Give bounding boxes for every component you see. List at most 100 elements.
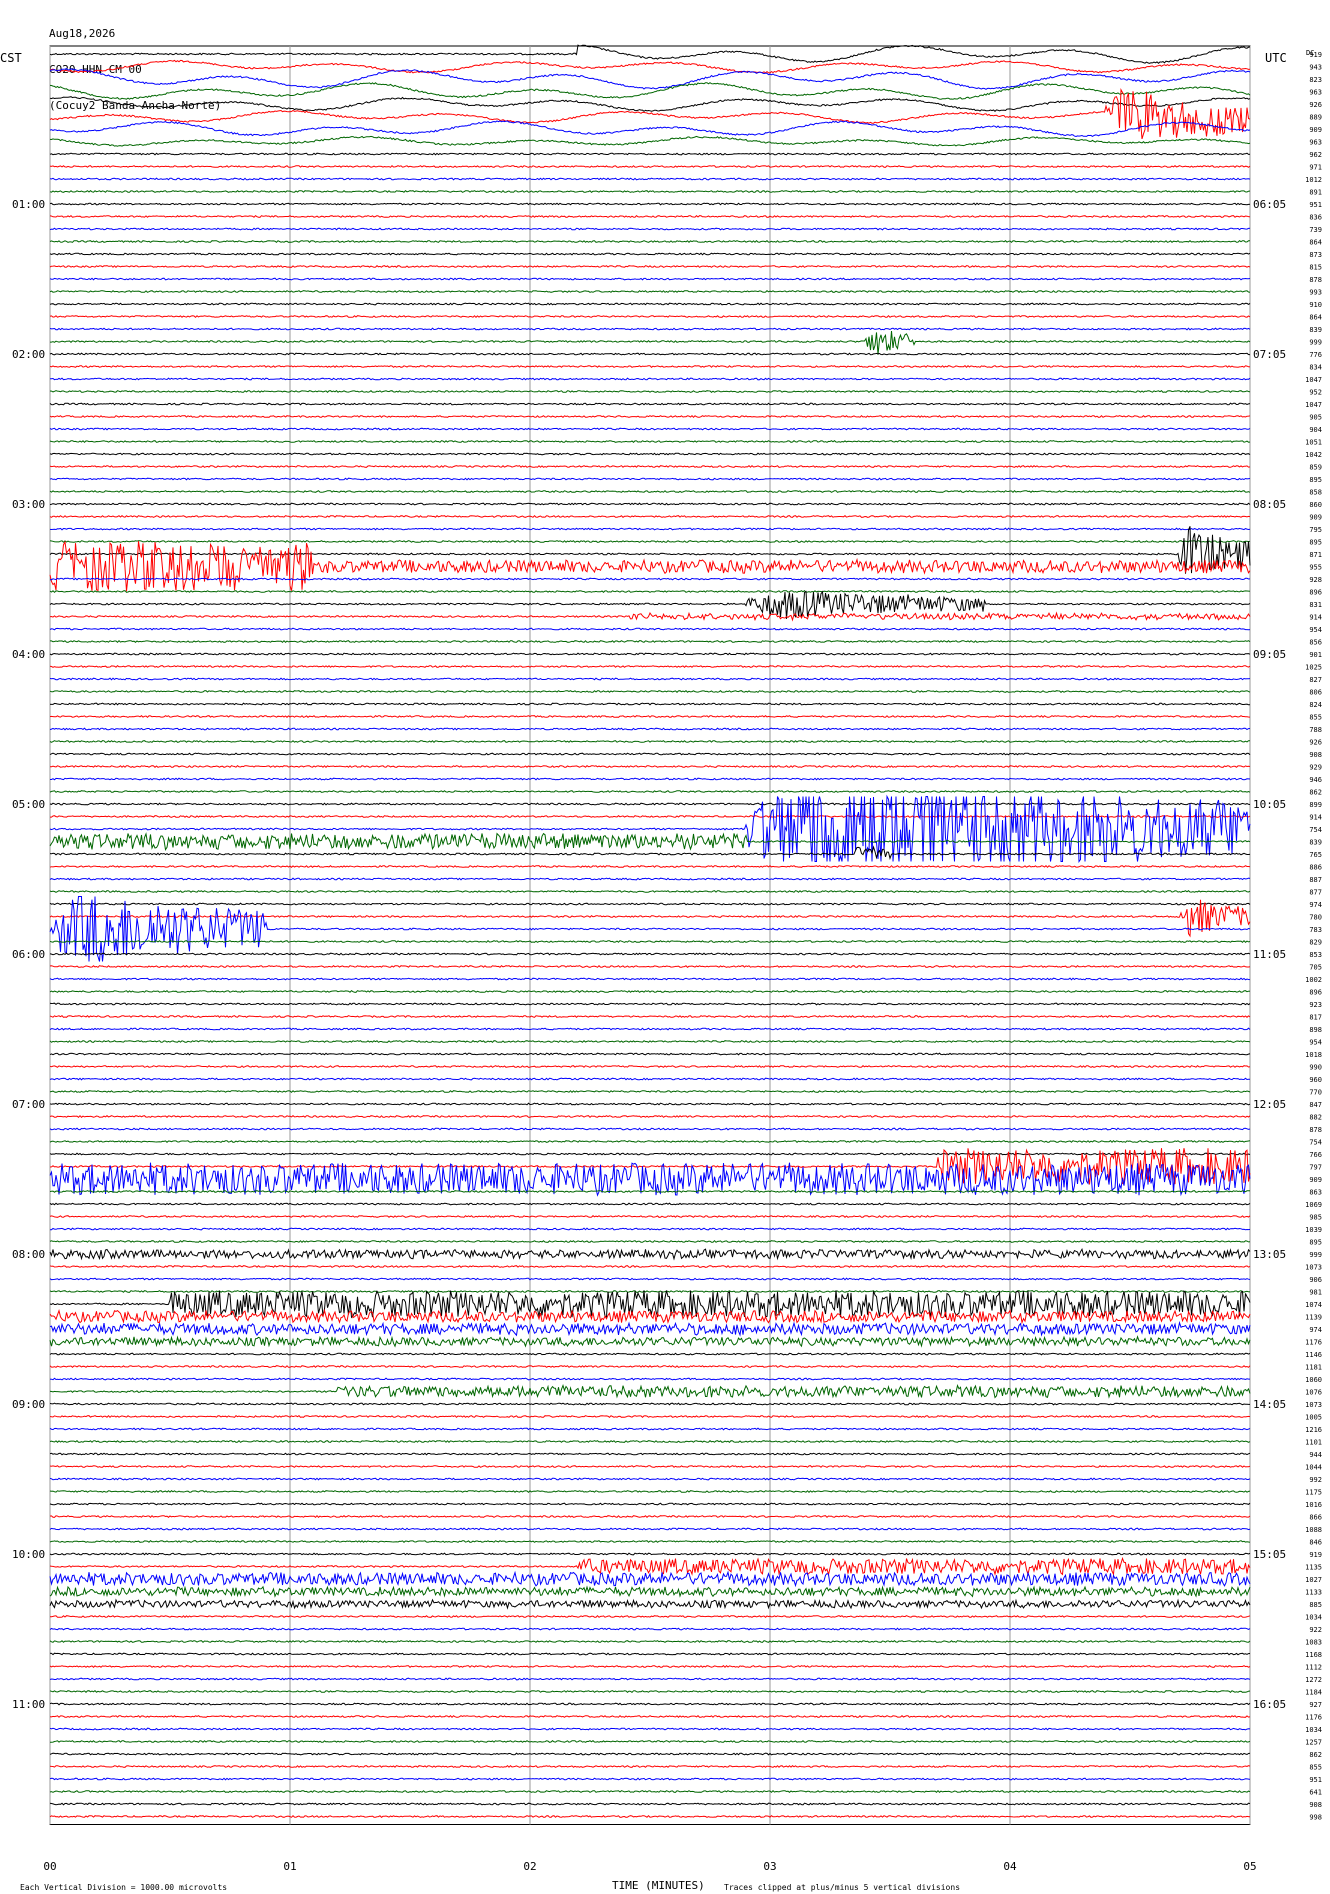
seismic-trace (49, 1740, 1251, 1743)
x-tick-label: 05 (1243, 1860, 1256, 1873)
seismic-trace (49, 365, 1251, 369)
seismic-trace (49, 1027, 1251, 1031)
dc-offset-label: 839 (1309, 326, 1322, 334)
dc-offset-label: 909 (1309, 126, 1322, 134)
dc-offset-label: 827 (1309, 676, 1322, 684)
seismic-trace (49, 96, 1251, 112)
dc-offset-label: 776 (1309, 351, 1322, 359)
dc-offset-label: 993 (1309, 289, 1322, 297)
seismic-trace (49, 414, 1251, 419)
utc-time-label: 13:05 (1253, 1248, 1286, 1261)
dc-offset-label: 815 (1309, 264, 1322, 272)
dc-offset-label: 878 (1309, 1126, 1322, 1134)
seismic-trace (49, 59, 1251, 74)
plot-frame (49, 45, 1251, 1825)
dc-offset-label: 999 (1309, 339, 1322, 347)
seismic-trace (49, 1320, 1251, 1337)
x-tick-label: 00 (43, 1860, 56, 1873)
cst-time-label: 10:00 (12, 1548, 45, 1561)
dc-offset-label: 1051 (1305, 439, 1322, 447)
dc-offset-label: 795 (1309, 526, 1322, 534)
seismic-trace (49, 1802, 1251, 1806)
seismic-trace (49, 526, 1251, 574)
seismic-trace (49, 1627, 1251, 1631)
utc-time-label: 16:05 (1253, 1698, 1286, 1711)
cst-time-label: 07:00 (12, 1098, 45, 1111)
seismic-trace (49, 465, 1251, 468)
dc-offset-label: 1101 (1305, 1439, 1322, 1447)
dc-offset-label: 770 (1309, 1089, 1322, 1097)
seismic-trace (49, 540, 1251, 543)
dc-offset-label: 952 (1309, 389, 1322, 397)
dc-offset-label: 858 (1309, 489, 1322, 497)
dc-offset-label: 797 (1309, 1164, 1322, 1172)
dc-offset-label: 1083 (1305, 1639, 1322, 1647)
seismic-trace (49, 1452, 1251, 1456)
seismic-trace (49, 1202, 1251, 1206)
seismic-trace (49, 135, 1251, 147)
cst-time-label: 02:00 (12, 348, 45, 361)
x-tick-label: 03 (763, 1860, 776, 1873)
dc-offset-label: 817 (1309, 1014, 1322, 1022)
seismic-trace (49, 1352, 1251, 1356)
utc-time-label: 12:05 (1253, 1098, 1286, 1111)
seismic-trace (49, 1377, 1250, 1381)
seismic-trace (49, 690, 1251, 693)
seismic-trace (49, 240, 1251, 243)
seismic-trace (49, 314, 1251, 318)
dc-offset-label: 1146 (1305, 1351, 1322, 1359)
seismic-trace (49, 290, 1251, 293)
dc-offset-label: 926 (1309, 101, 1322, 109)
utc-time-label: 06:05 (1253, 198, 1286, 211)
cst-time-label: 03:00 (12, 498, 45, 511)
dc-offset-label: 1034 (1305, 1614, 1322, 1622)
dc-offset-label: 866 (1309, 1514, 1322, 1522)
seismic-trace (49, 1077, 1250, 1081)
dc-offset-label: 1135 (1305, 1564, 1322, 1572)
dc-offset-label: 885 (1309, 1601, 1322, 1609)
dc-offset-label: 871 (1309, 551, 1322, 559)
dc-offset-label: 906 (1309, 1276, 1322, 1284)
scale-footnote: Each Vertical Division = 1000.00 microvo… (20, 1883, 228, 1892)
dc-offset-label: 886 (1309, 864, 1322, 872)
dc-offset-label: 873 (1309, 251, 1322, 259)
seismic-trace (49, 1290, 1251, 1293)
seismic-trace (49, 1439, 1251, 1443)
seismic-trace (49, 1127, 1251, 1131)
seismic-trace (49, 899, 1251, 938)
seismic-trace (49, 702, 1250, 706)
seismic-trace (49, 489, 1251, 493)
dc-offset-label: 951 (1309, 201, 1322, 209)
seismic-trace (49, 502, 1251, 506)
dc-offset-label: 1042 (1305, 451, 1322, 459)
dc-offset-label: 954 (1309, 1039, 1322, 1047)
dc-offset-label: 754 (1309, 1139, 1322, 1147)
dc-offset-label: 998 (1309, 1814, 1322, 1822)
dc-offset-label: 974 (1309, 901, 1322, 909)
seismic-trace (49, 1002, 1251, 1006)
dc-offset-label: 1018 (1305, 1051, 1322, 1059)
dc-offset-label: 855 (1309, 1764, 1322, 1772)
utc-time-label: 08:05 (1253, 498, 1286, 511)
dc-offset-label: 955 (1309, 564, 1322, 572)
dc-offset-label: 1073 (1305, 1401, 1322, 1409)
seismic-trace (49, 1089, 1251, 1093)
seismic-trace (49, 1652, 1251, 1656)
dc-offset-label: 1002 (1305, 976, 1322, 984)
cst-time-label: 08:00 (12, 1248, 45, 1261)
dc-offset-label: 1076 (1305, 1389, 1322, 1397)
dc-offset-label: 901 (1309, 651, 1322, 659)
dc-offset-label: 1175 (1305, 1489, 1322, 1497)
dc-offset-label: 919 (1309, 51, 1322, 59)
seismic-trace (49, 1015, 1251, 1018)
dc-offset-label: 954 (1309, 626, 1322, 634)
seismic-trace (49, 302, 1251, 306)
seismic-trace (49, 1402, 1250, 1406)
dc-offset-label: 909 (1309, 514, 1322, 522)
seismic-trace (49, 790, 1251, 793)
seismic-trace (49, 215, 1251, 218)
seismic-trace (50, 639, 1251, 643)
seismic-trace (49, 377, 1251, 381)
dc-offset-label: 943 (1309, 64, 1322, 72)
seismic-trace (49, 1427, 1251, 1431)
